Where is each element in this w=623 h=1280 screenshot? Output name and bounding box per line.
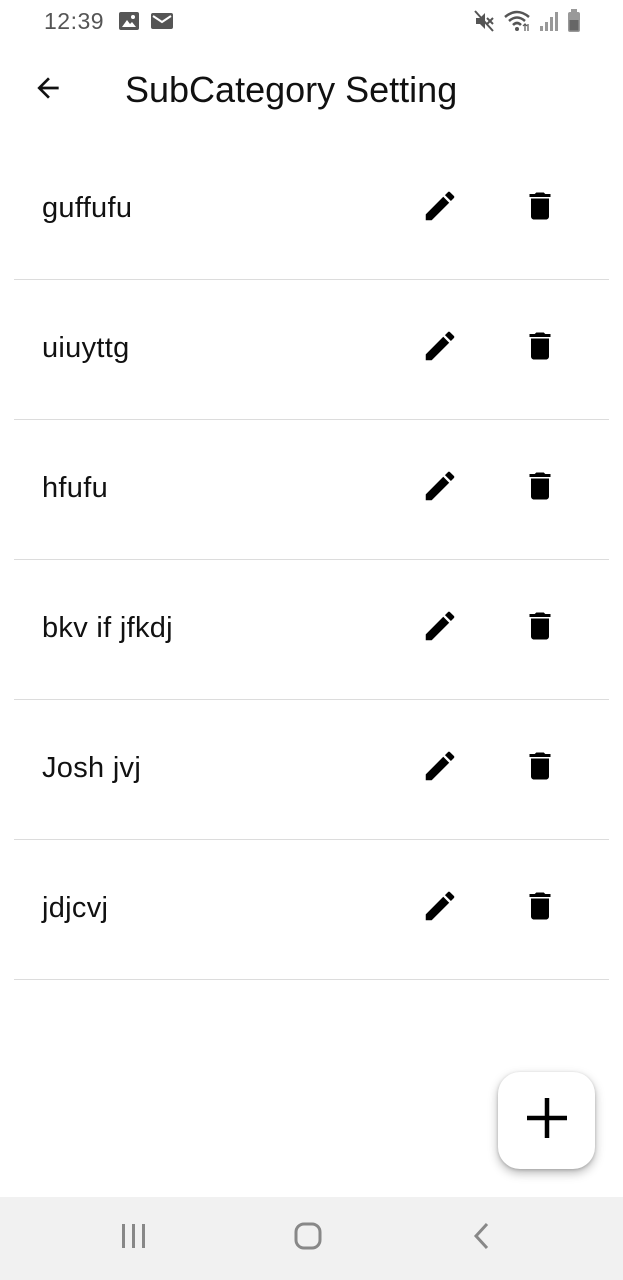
arrow-left-icon [32,72,64,109]
mute-icon [473,9,495,38]
back-chevron-icon [470,1221,494,1256]
trash-icon [522,188,558,229]
delete-button[interactable] [514,602,566,654]
item-label: uiuyttg [42,332,130,364]
list-item: uiuyttg [14,280,609,420]
app-bar: SubCategory Setting [0,44,623,136]
list-item: bkv if jfkdj [14,560,609,700]
pencil-icon [421,187,459,230]
delete-button[interactable] [514,462,566,514]
delete-button[interactable] [514,182,566,234]
pencil-icon [421,607,459,650]
status-right-icons [473,9,581,38]
list-item: Josh jvj [14,700,609,840]
edit-button[interactable] [414,742,466,794]
status-time: 12:39 [44,8,105,34]
delete-button[interactable] [514,882,566,934]
trash-icon [522,888,558,929]
trash-icon [522,328,558,369]
recent-apps-button[interactable] [104,1215,164,1261]
battery-icon [567,9,581,38]
pencil-icon [421,747,459,790]
trash-icon [522,748,558,789]
list-item: guffufu [14,140,609,280]
trash-icon [522,468,558,509]
image-icon [118,10,140,37]
item-label: jdjcvj [42,892,109,924]
item-label: bkv if jfkdj [42,612,173,644]
home-button[interactable] [278,1215,338,1261]
edit-button[interactable] [414,882,466,934]
page-title: SubCategory Setting [125,69,458,110]
trash-icon [522,608,558,649]
delete-button[interactable] [514,742,566,794]
plus-icon [524,1095,570,1146]
system-nav-bar [0,1197,623,1280]
item-label: Josh jvj [42,752,142,784]
status-left-icons [118,10,174,37]
wifi-icon [503,9,531,38]
edit-button[interactable] [414,322,466,374]
system-back-button[interactable] [452,1215,512,1261]
home-icon [293,1221,323,1256]
back-button[interactable] [24,66,72,114]
item-label: guffufu [42,192,133,224]
edit-button[interactable] [414,602,466,654]
subcategory-list: guffufu uiuyttg hfufu bkv if jfkdj Josh … [14,140,609,980]
item-label: hfufu [42,472,108,504]
pencil-icon [421,467,459,510]
signal-icon [539,10,559,37]
pencil-icon [421,327,459,370]
status-bar: 12:39 [0,0,623,44]
list-item: hfufu [14,420,609,560]
edit-button[interactable] [414,462,466,514]
edit-button[interactable] [414,182,466,234]
mail-icon [150,10,174,37]
recent-apps-icon [119,1222,149,1255]
delete-button[interactable] [514,322,566,374]
list-item: jdjcvj [14,840,609,980]
pencil-icon [421,887,459,930]
add-subcategory-button[interactable] [498,1072,595,1169]
